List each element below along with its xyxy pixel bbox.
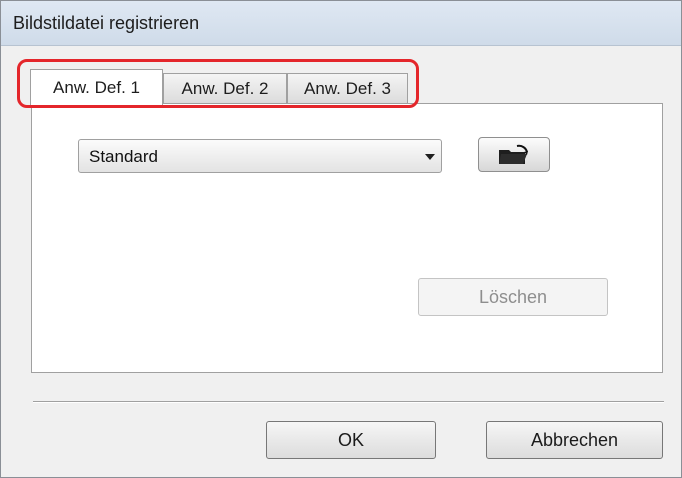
cancel-button[interactable]: Abbrechen [486,421,663,459]
open-folder-icon [497,144,531,166]
titlebar: Bildstildatei registrieren [1,1,681,46]
tab-user-def-1[interactable]: Anw. Def. 1 [30,69,163,105]
tab-user-def-3[interactable]: Anw. Def. 3 [287,73,408,103]
ok-button[interactable]: OK [266,421,436,459]
picture-style-select-value: Standard [89,147,158,166]
open-file-button[interactable] [478,137,550,172]
footer-separator [33,401,664,403]
chevron-down-icon [425,154,435,160]
tab-user-def-2[interactable]: Anw. Def. 2 [163,73,287,103]
picture-style-select[interactable]: Standard [78,139,442,173]
window-title: Bildstildatei registrieren [13,13,200,33]
delete-button[interactable]: Löschen [418,278,608,316]
